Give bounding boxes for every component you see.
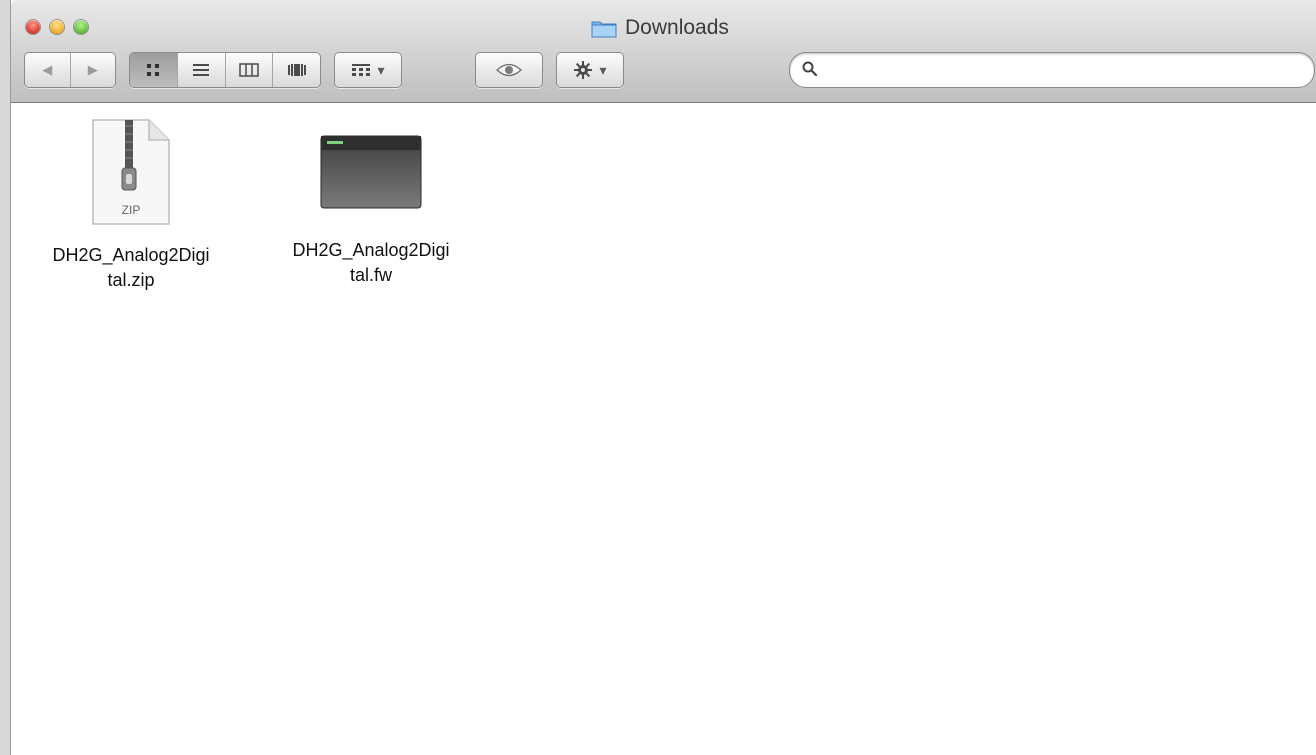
minimize-window-button[interactable] <box>50 20 64 34</box>
finder-window: Downloads ◀ ▶ ▾ ▾ ZIP DH2G_Analog2Digi t… <box>10 0 1316 755</box>
arrange-grid-icon <box>352 64 371 76</box>
coverflow-view-icon <box>287 64 306 76</box>
gear-icon <box>574 61 593 79</box>
coverflow-view-button[interactable] <box>273 53 320 87</box>
back-arrow-icon: ◀ <box>42 62 53 77</box>
chevron-down-icon: ▾ <box>377 61 385 78</box>
quick-look-button[interactable] <box>475 52 543 88</box>
file-item-fw[interactable]: DH2G_Analog2Digi tal.fw <box>271 118 471 288</box>
firmware-file-icon <box>320 135 422 209</box>
list-view-button[interactable] <box>178 53 226 87</box>
toolbar: Downloads ◀ ▶ ▾ ▾ <box>11 0 1316 103</box>
zip-badge-text: ZIP <box>122 203 141 217</box>
window-title-text: Downloads <box>625 16 729 39</box>
file-browser-area: ZIP DH2G_Analog2Digi tal.zip DH2G_Analog… <box>11 103 1316 755</box>
forward-arrow-icon: ▶ <box>87 62 98 77</box>
action-menu-button[interactable]: ▾ <box>556 52 624 88</box>
zoom-window-button[interactable] <box>74 20 88 34</box>
arrange-button-inner: ▾ <box>335 53 401 87</box>
forward-button[interactable]: ▶ <box>71 53 116 87</box>
icon-view-icon <box>147 64 160 76</box>
navigation-buttons: ◀ ▶ <box>24 52 116 88</box>
file-name: DH2G_Analog2Digi tal.fw <box>292 240 450 285</box>
search-icon <box>802 61 818 77</box>
arrange-menu-button[interactable]: ▾ <box>334 52 402 88</box>
fw-icon-wrap <box>271 118 471 226</box>
icon-view-button[interactable] <box>130 53 178 87</box>
back-button[interactable]: ◀ <box>25 53 71 87</box>
window-title: Downloads <box>591 16 729 40</box>
view-mode-buttons <box>129 52 321 88</box>
quick-look-button-inner <box>476 53 542 87</box>
eye-icon <box>496 63 522 77</box>
search-field[interactable] <box>789 52 1315 88</box>
close-window-button[interactable] <box>26 20 40 34</box>
zip-archive-icon: ZIP <box>92 119 170 225</box>
column-view-button[interactable] <box>226 53 274 87</box>
chevron-down-icon: ▾ <box>599 61 607 78</box>
list-view-icon <box>193 64 210 76</box>
column-view-icon <box>239 63 259 77</box>
file-name: DH2G_Analog2Digi tal.zip <box>52 245 210 290</box>
search-input[interactable] <box>826 57 1300 83</box>
file-item-zip[interactable]: ZIP DH2G_Analog2Digi tal.zip <box>31 118 231 293</box>
action-button-inner: ▾ <box>557 53 623 87</box>
folder-icon <box>591 18 617 38</box>
